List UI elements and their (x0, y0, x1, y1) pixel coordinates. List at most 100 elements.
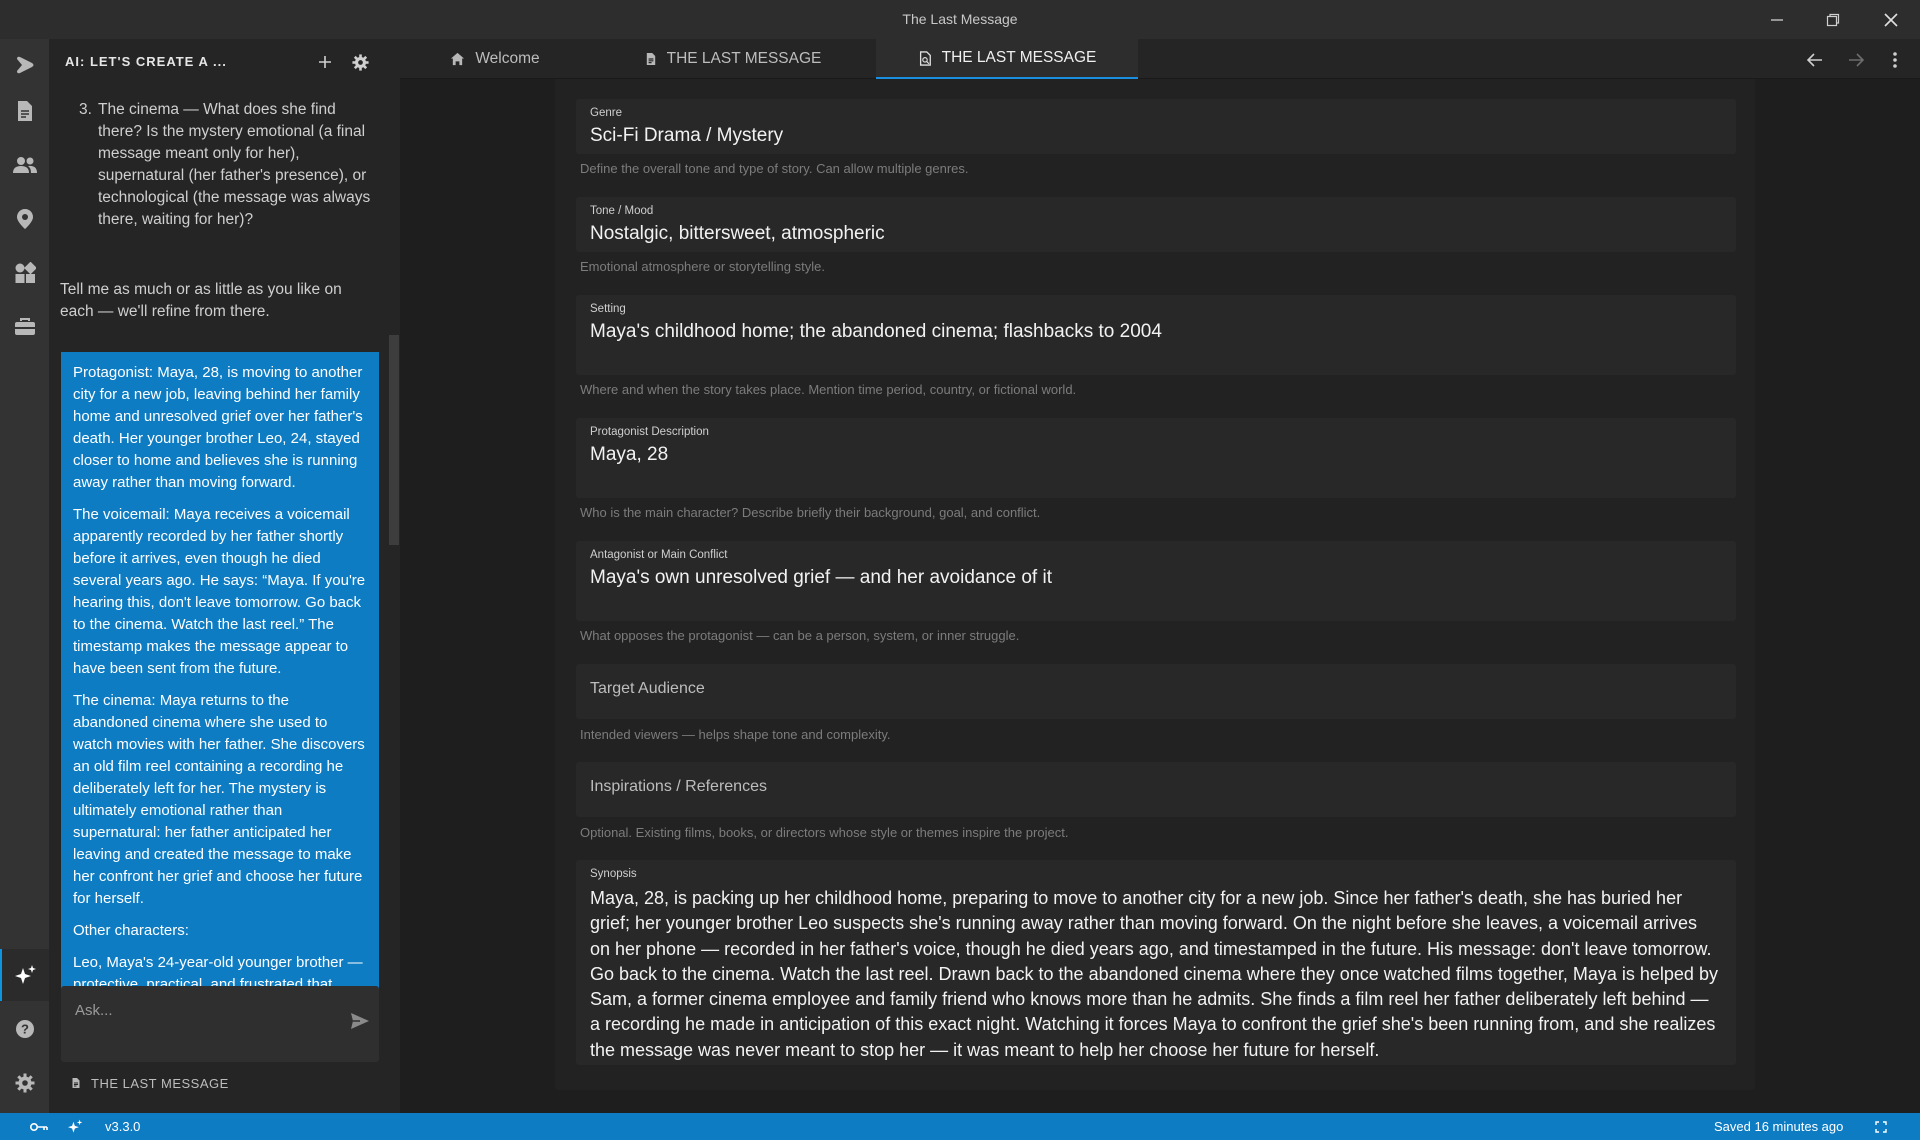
logo-icon (16, 56, 33, 74)
activity-documents[interactable] (0, 85, 49, 137)
editor-area[interactable]: Genre Sci-Fi Drama / Mystery Define the … (400, 79, 1920, 1113)
activity-help[interactable]: ? (0, 1003, 49, 1055)
gear-icon (351, 53, 369, 71)
field-value: Maya's own unresolved grief — and her av… (590, 567, 1052, 588)
field-placeholder: Inspirations / References (590, 778, 767, 795)
chat-settings-button[interactable] (348, 50, 372, 74)
user-message-paragraph: The cinema: Maya returns to the abandone… (73, 692, 365, 907)
window-title: The Last Message (902, 11, 1018, 27)
chat-title: AI: LET'S CREATE A ... (65, 54, 227, 69)
key-icon (30, 1122, 48, 1131)
field-value: Maya's childhood home; the abandoned cin… (590, 321, 1162, 342)
send-icon (351, 1013, 369, 1029)
field-help: Emotional atmosphere or storytelling sty… (580, 259, 825, 274)
list-text: The cinema — What does she find there? I… (98, 101, 371, 228)
key-button[interactable] (30, 1113, 48, 1140)
activity-characters[interactable] (0, 139, 49, 191)
minimize-icon (1771, 18, 1783, 21)
tab-label: THE LAST MESSAGE (666, 50, 822, 67)
activity-toolkit[interactable] (0, 301, 49, 353)
tab-label: Welcome (475, 50, 540, 67)
version-label: v3.3.0 (105, 1119, 141, 1134)
tab-label: THE LAST MESSAGE (941, 49, 1097, 66)
ai-status-button[interactable] (68, 1113, 83, 1140)
ai-message-list-item: 3. The cinema — What does she find there… (79, 99, 379, 231)
chat-messages[interactable]: 3. The cinema — What does she find there… (49, 85, 388, 1019)
project-doc-icon (919, 50, 931, 66)
user-message-paragraph: Other characters: (73, 922, 189, 939)
new-chat-button[interactable] (313, 50, 337, 74)
user-message-paragraph: Protagonist: Maya, 28, is moving to anot… (73, 364, 363, 491)
title-bar: The Last Message (0, 0, 1920, 39)
target-audience-field[interactable]: Target Audience (576, 664, 1736, 719)
more-vertical-icon (1893, 52, 1897, 68)
restore-button[interactable] (1811, 0, 1855, 39)
arrow-right-icon (1849, 53, 1864, 67)
activity-elements[interactable] (0, 247, 49, 299)
activity-ai-assistant[interactable] (0, 949, 49, 1001)
chat-scrollbar[interactable] (389, 335, 399, 545)
svg-text:?: ? (21, 1022, 29, 1037)
field-help: Intended viewers — helps shape tone and … (580, 727, 891, 742)
field-label: Tone / Mood (590, 205, 654, 217)
field-help: Optional. Existing films, books, or dire… (580, 825, 1069, 840)
status-bar: v3.3.0 Saved 16 minutes ago (0, 1113, 1920, 1140)
field-value: Nostalgic, bittersweet, atmospheric (590, 223, 885, 244)
forward-button[interactable] (1844, 48, 1868, 72)
field-help: What opposes the protagonist — can be a … (580, 628, 1020, 643)
protagonist-field[interactable]: Protagonist Description Maya, 28 (576, 418, 1736, 498)
tone-field[interactable]: Tone / Mood Nostalgic, bittersweet, atmo… (576, 197, 1736, 252)
more-options-button[interactable] (1883, 48, 1907, 72)
setting-field[interactable]: Setting Maya's childhood home; the aband… (576, 295, 1736, 375)
saved-status: Saved 16 minutes ago (1714, 1119, 1844, 1134)
fullscreen-icon (1875, 1120, 1887, 1133)
ai-sparkle-icon (14, 965, 36, 984)
synopsis-field[interactable]: Synopsis Maya, 28, is packing up her chi… (576, 860, 1736, 1065)
help-icon: ? (15, 1020, 34, 1038)
tab-project-sheet[interactable]: THE LAST MESSAGE (876, 39, 1138, 79)
field-help: Who is the main character? Describe brie… (580, 505, 1041, 520)
field-label: Antagonist or Main Conflict (590, 549, 728, 561)
project-sheet-card: Genre Sci-Fi Drama / Mystery Define the … (555, 79, 1755, 1090)
chat-header: AI: LET'S CREATE A ... (49, 39, 400, 85)
tab-document[interactable]: THE LAST MESSAGE (590, 39, 876, 79)
activity-settings[interactable] (0, 1057, 49, 1109)
ai-chat-panel: AI: LET'S CREATE A ... 3. The cinema — W… (49, 39, 400, 1113)
tab-welcome[interactable]: Welcome (400, 39, 590, 79)
minimize-button[interactable] (1755, 0, 1799, 39)
ai-sparkle-icon (68, 1119, 83, 1133)
field-value: Sci-Fi Drama / Mystery (590, 125, 784, 146)
close-button[interactable] (1869, 0, 1913, 39)
field-label: Synopsis (590, 868, 637, 880)
fullscreen-button[interactable] (1875, 1113, 1887, 1140)
toolbox-icon (14, 318, 35, 335)
ask-input[interactable] (75, 1002, 325, 1019)
user-message-paragraph: The voicemail: Maya receives a voicemail… (73, 506, 366, 677)
field-help: Where and when the story takes place. Me… (580, 382, 1077, 397)
field-value: Maya, 28 (590, 444, 669, 465)
chat-context[interactable]: THE LAST MESSAGE (49, 1069, 400, 1099)
antagonist-field[interactable]: Antagonist or Main Conflict Maya's own u… (576, 541, 1736, 621)
widgets-icon (15, 262, 36, 283)
send-button[interactable] (351, 1013, 369, 1034)
activity-locations[interactable] (0, 193, 49, 245)
people-icon (12, 157, 37, 173)
field-placeholder: Target Audience (590, 680, 705, 697)
plus-icon (319, 56, 331, 68)
list-number: 3. (79, 101, 92, 118)
user-message-bubble: Protagonist: Maya, 28, is moving to anot… (61, 352, 379, 1019)
field-value: Maya, 28, is packing up her childhood ho… (590, 888, 1718, 1060)
gear-icon (15, 1073, 34, 1093)
field-label: Protagonist Description (590, 426, 709, 438)
home-icon (451, 52, 465, 66)
field-label: Genre (590, 107, 622, 119)
context-document-label: THE LAST MESSAGE (91, 1076, 229, 1091)
ask-box (61, 986, 379, 1062)
inspirations-field[interactable]: Inspirations / References (576, 762, 1736, 817)
app-logo[interactable] (0, 39, 49, 91)
document-icon (17, 101, 32, 121)
tab-bar: Welcome THE LAST MESSAGE THE LAST MESSAG… (400, 39, 1920, 79)
genre-field[interactable]: Genre Sci-Fi Drama / Mystery (576, 99, 1736, 154)
field-label: Setting (590, 303, 626, 315)
back-button[interactable] (1803, 48, 1827, 72)
